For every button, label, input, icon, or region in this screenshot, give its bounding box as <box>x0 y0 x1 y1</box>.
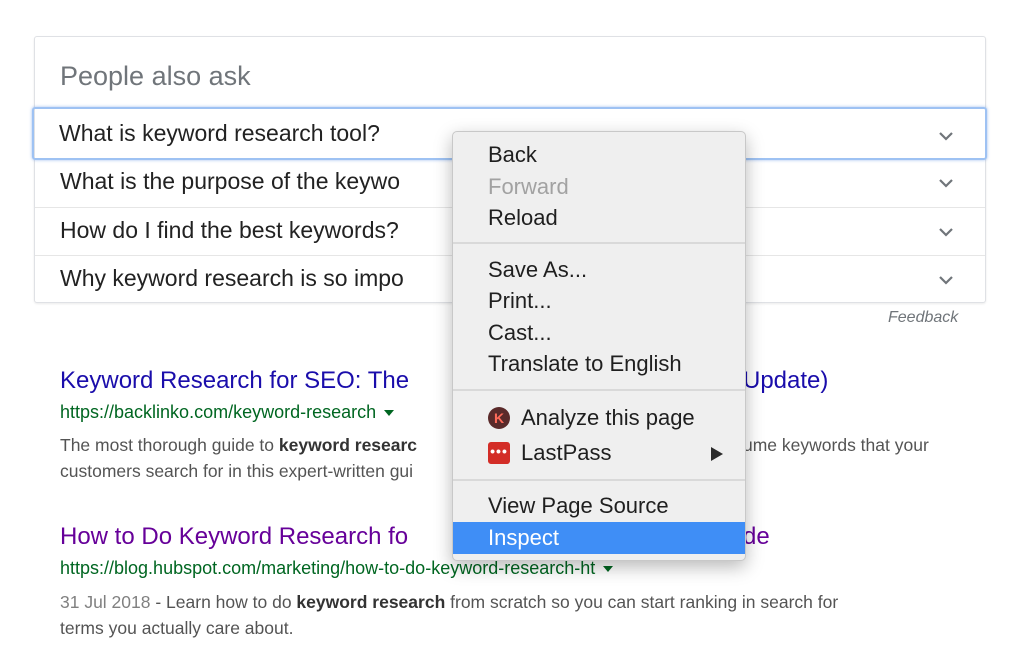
menu-separator <box>453 389 745 391</box>
chevron-down-icon <box>939 228 953 237</box>
k-extension-icon: K <box>488 407 510 429</box>
menu-item-label: Analyze this page <box>521 405 695 430</box>
snippet-text: - Learn how to do <box>150 592 297 612</box>
snippet-text: The most thorough guide to <box>60 435 279 455</box>
paa-question-text: How do I find the best keywords? <box>60 217 399 243</box>
menu-item-print[interactable]: Print... <box>453 285 745 317</box>
menu-item-analyze-page[interactable]: K Analyze this page <box>453 402 745 434</box>
menu-item-translate[interactable]: Translate to English <box>453 348 745 380</box>
menu-separator <box>453 242 745 244</box>
menu-item-lastpass[interactable]: ••• LastPass <box>453 437 745 469</box>
paa-question-text: Why keyword research is so impo <box>60 265 404 291</box>
menu-item-inspect[interactable]: Inspect <box>453 522 745 554</box>
result-url-text: https://blog.hubspot.com/marketing/how-t… <box>60 558 596 578</box>
feedback-link[interactable]: Feedback <box>888 309 958 327</box>
chevron-down-icon <box>939 132 953 141</box>
chevron-down-icon <box>939 276 953 285</box>
snippet-bold: keyword researc <box>278 435 418 455</box>
result-url-text: https://backlinko.com/keyword-research <box>60 402 377 422</box>
menu-item-label: LastPass <box>521 440 612 465</box>
result-1-title-tail[interactable]: Update) <box>743 367 828 395</box>
menu-item-reload[interactable]: Reload <box>453 202 745 234</box>
result-1-snippet-tail: ume keywords that your <box>743 435 929 455</box>
chevron-down-icon <box>939 179 953 188</box>
paa-question-text: What is the purpose of the keywo <box>60 168 401 194</box>
menu-separator <box>453 479 745 481</box>
result-date: 31 Jul 2018 <box>60 592 151 612</box>
context-menu: Back Forward Reload Save As... Print... … <box>452 131 746 561</box>
people-also-ask-title: People also ask <box>60 61 251 91</box>
result-2-snippet: 31 Jul 2018 - Learn how to do keyword re… <box>60 589 960 615</box>
paa-question-text: What is keyword research tool? <box>59 120 380 146</box>
snippet-bold: keyword research <box>296 592 446 612</box>
caret-down-icon[interactable] <box>384 410 395 417</box>
caret-down-icon[interactable] <box>603 566 614 573</box>
result-2-url[interactable]: https://blog.hubspot.com/marketing/how-t… <box>60 558 614 579</box>
submenu-arrow-icon <box>711 447 723 461</box>
lastpass-icon: ••• <box>488 442 510 464</box>
menu-item-save-as[interactable]: Save As... <box>453 254 745 286</box>
snippet-text: from scratch so you can start ranking in… <box>445 592 839 612</box>
result-2-title[interactable]: How to Do Keyword Research fo <box>60 523 408 551</box>
result-1-url[interactable]: https://backlinko.com/keyword-research <box>60 402 395 423</box>
menu-item-back[interactable]: Back <box>453 139 745 171</box>
menu-item-cast[interactable]: Cast... <box>453 317 745 349</box>
result-2-title-tail[interactable]: de <box>743 523 770 551</box>
result-2-snippet-line2: terms you actually care about. <box>60 618 294 638</box>
menu-item-view-source[interactable]: View Page Source <box>453 490 745 522</box>
result-1-title[interactable]: Keyword Research for SEO: The <box>60 367 409 395</box>
menu-item-forward: Forward <box>488 174 569 199</box>
